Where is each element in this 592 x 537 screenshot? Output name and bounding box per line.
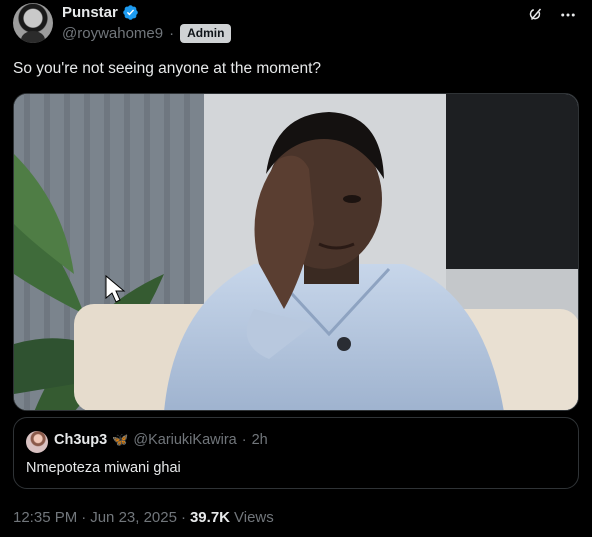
author-handle[interactable]: @roywahome9: [62, 25, 163, 42]
tweet-text: So you're not seeing anyone at the momen…: [13, 60, 321, 77]
avatar[interactable]: [13, 3, 53, 43]
quoted-handle[interactable]: @KariukiKawira: [133, 432, 236, 448]
separator-dot: ·: [241, 432, 247, 448]
quoted-tweet[interactable]: Ch3up3 🦋 @KariukiKawira · 2h Nmepoteza m…: [13, 417, 579, 489]
quoted-header: Ch3up3 🦋 @KariukiKawira · 2h: [54, 432, 268, 448]
more-icon[interactable]: [558, 5, 578, 25]
grok-icon[interactable]: [526, 5, 546, 25]
author-display-name[interactable]: Punstar: [62, 4, 118, 21]
quoted-text: Nmepoteza miwani ghai: [26, 460, 181, 476]
tweet-photo[interactable]: [13, 93, 579, 411]
quoted-time[interactable]: 2h: [252, 432, 268, 448]
tweet-actions-top: [526, 5, 578, 25]
photo-image: [14, 94, 578, 410]
views-count[interactable]: 39.7K: [190, 509, 230, 526]
tweet-meta: 12:35 PM · Jun 23, 2025 · 39.7K Views: [13, 509, 274, 526]
quoted-avatar[interactable]: [26, 431, 48, 453]
separator-dot: ·: [169, 25, 175, 42]
author-name-row: Punstar: [62, 4, 139, 21]
separator-dot: ·: [180, 509, 186, 526]
views-label: Views: [234, 509, 274, 526]
tweet-time[interactable]: 12:35 PM: [13, 509, 77, 526]
admin-badge: Admin: [180, 24, 232, 43]
butterfly-emoji-icon: 🦋: [112, 432, 129, 447]
tweet-date[interactable]: Jun 23, 2025: [90, 509, 177, 526]
separator-dot: ·: [81, 509, 87, 526]
verified-badge-icon: [123, 5, 138, 20]
quoted-display-name[interactable]: Ch3up3: [54, 432, 107, 448]
author-handle-row: @roywahome9 · Admin: [62, 24, 232, 43]
